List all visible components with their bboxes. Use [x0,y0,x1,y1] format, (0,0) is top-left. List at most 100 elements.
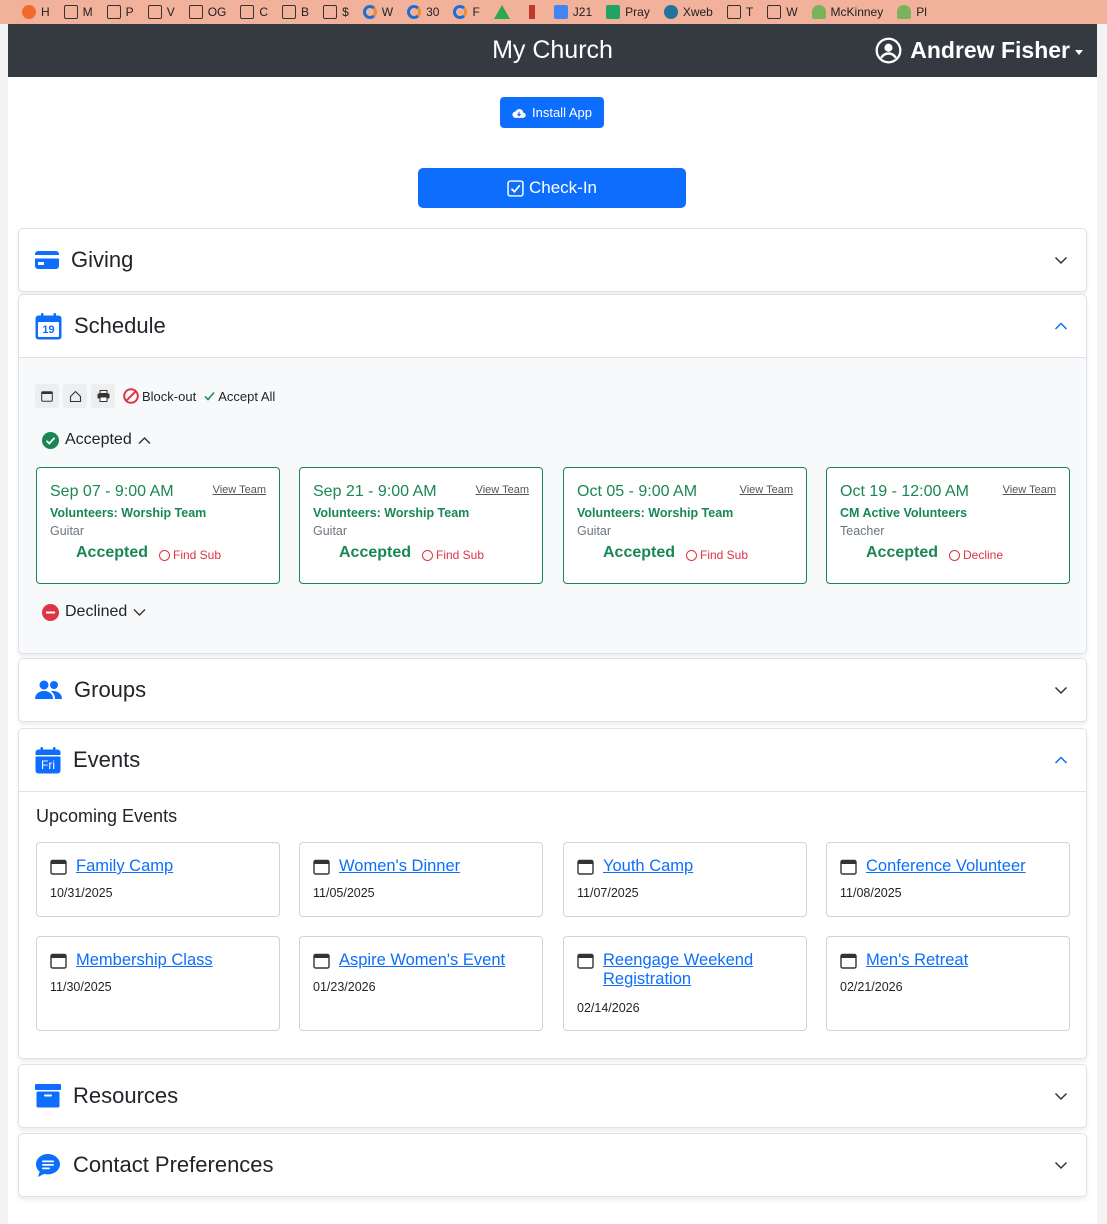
schedule-action-button[interactable]: Decline [949,548,1003,562]
event-link[interactable]: Aspire Women's Event [339,951,505,970]
view-team-link[interactable]: View Team [740,484,793,496]
event-date: 11/30/2025 [50,980,112,994]
view-team-link[interactable]: View Team [476,484,529,496]
events-panel: Fri Events Upcoming Events Family Camp 10… [18,728,1087,1059]
event-link[interactable]: Membership Class [76,951,213,970]
giving-title: Giving [71,247,134,272]
bookmark-label: Xweb [682,5,713,19]
bookmark-item[interactable]: W [362,5,393,19]
event-card: Women's Dinner 11/05/2025 [299,842,543,917]
schedule-action-button[interactable]: Find Sub [422,548,484,562]
bookmark-item[interactable]: B [282,5,309,19]
checkbox-checked-icon [507,179,524,197]
schedule-team: CM Active Volunteers [840,506,968,520]
event-link[interactable]: Reengage Weekend Registration [603,951,796,989]
plant-icon [897,5,912,19]
install-app-label: Install App [532,105,592,120]
print-button[interactable] [91,384,115,408]
schedule-action-button[interactable]: Find Sub [686,548,748,562]
bookmark-label: W [786,5,798,19]
bookmark-label: J21 [572,5,593,19]
bookmark-label: Pl [916,5,927,19]
view-team-link[interactable]: View Team [1003,484,1056,496]
bookmark-item[interactable]: Pray [606,5,650,19]
event-link[interactable]: Conference Volunteer [866,857,1026,876]
accept-all-label: Accept All [218,388,276,404]
block-out-button[interactable]: Block-out [123,388,196,404]
chevron-down-icon[interactable] [1054,683,1068,697]
calendar-icon [840,953,857,969]
block-out-label: Block-out [142,388,197,404]
bookmark-label: V [166,5,175,19]
circle-icon [949,549,960,561]
block-icon [123,388,139,404]
bookmark-item[interactable]: F [453,5,480,19]
contact-preferences-panel-header[interactable]: Contact Preferences [19,1134,1086,1196]
chevron-down-icon[interactable] [1054,1089,1068,1103]
folder-icon [63,5,78,19]
bookmark-item[interactable]: J21 [553,5,593,19]
event-date: 11/07/2025 [577,886,639,900]
resources-panel-header[interactable]: Resources [19,1065,1086,1127]
chevron-up-icon[interactable] [1054,753,1068,767]
orange-app-icon [22,5,36,19]
events-panel-header[interactable]: Fri Events [19,729,1086,791]
bookmark-item[interactable]: T [726,5,753,19]
view-team-link[interactable]: View Team [213,484,266,496]
bookmark-item[interactable]: W [767,5,798,19]
event-title-row: Membership Class [50,951,269,970]
chevron-down-icon [133,608,146,616]
schedule-date: Sep 21 - 9:00 AM [313,483,437,500]
event-link[interactable]: Youth Camp [603,857,693,876]
event-link[interactable]: Men's Retreat [866,951,968,970]
bookmark-item[interactable]: Xweb [663,5,713,19]
bookmark-label: F [472,5,480,19]
schedule-panel-header[interactable]: 19 Schedule [19,295,1086,357]
chevron-up-icon[interactable] [1054,319,1068,333]
event-title-row: Aspire Women's Event [313,951,532,970]
user-menu[interactable]: Andrew Fisher [875,37,1083,64]
event-title-row: Youth Camp [577,857,796,876]
check-in-label: Check-In [528,178,598,197]
schedule-status: Accepted [339,544,412,561]
bookmark-item[interactable]: V [147,5,175,19]
bookmark-item[interactable]: OG [188,5,226,19]
bookmark-item[interactable]: $ [323,5,349,19]
wordpress-icon [663,5,678,19]
folder-icon [240,5,255,19]
bookmark-item[interactable] [493,5,515,19]
bookmark-item[interactable]: Pl [897,5,927,19]
user-name: Andrew Fisher [910,37,1070,63]
giving-panel-header[interactable]: Giving [19,229,1086,291]
accepted-toggle[interactable]: Accepted [42,431,151,449]
folder-icon [282,5,297,19]
folder-icon [726,5,741,19]
event-link[interactable]: Women's Dinner [339,857,460,876]
calendar-view-button[interactable] [35,384,59,408]
schedule-date: Sep 07 - 9:00 AM [50,483,174,500]
google-docs-icon [553,5,568,19]
bookmark-item[interactable]: McKinney [811,5,883,19]
bookmark-item[interactable]: M [63,5,93,19]
bookmark-label: $ [342,5,349,19]
check-in-button[interactable]: Check-In [418,168,686,208]
bookmark-item[interactable] [528,5,540,19]
bookmark-label: P [125,5,134,19]
archive-box-icon [35,1084,61,1108]
schedule-action-button[interactable]: Find Sub [159,548,221,562]
chevron-down-icon[interactable] [1054,253,1068,267]
home-button[interactable] [63,384,87,408]
bookmark-item[interactable]: H [22,5,50,19]
minus-circle-icon [42,603,59,621]
chevron-down-icon[interactable] [1054,1158,1068,1172]
install-app-button[interactable]: Install App [500,97,604,128]
bookmark-label: 30 [426,5,440,19]
groups-panel-header[interactable]: Groups [19,659,1086,721]
cloud-download-icon [512,108,526,118]
accept-all-button[interactable]: Accept All [204,389,275,404]
bookmark-item[interactable]: 30 [407,5,439,19]
event-link[interactable]: Family Camp [76,857,173,876]
bookmark-item[interactable]: P [106,5,134,19]
bookmark-item[interactable]: C [240,5,268,19]
declined-toggle[interactable]: Declined [42,603,146,621]
